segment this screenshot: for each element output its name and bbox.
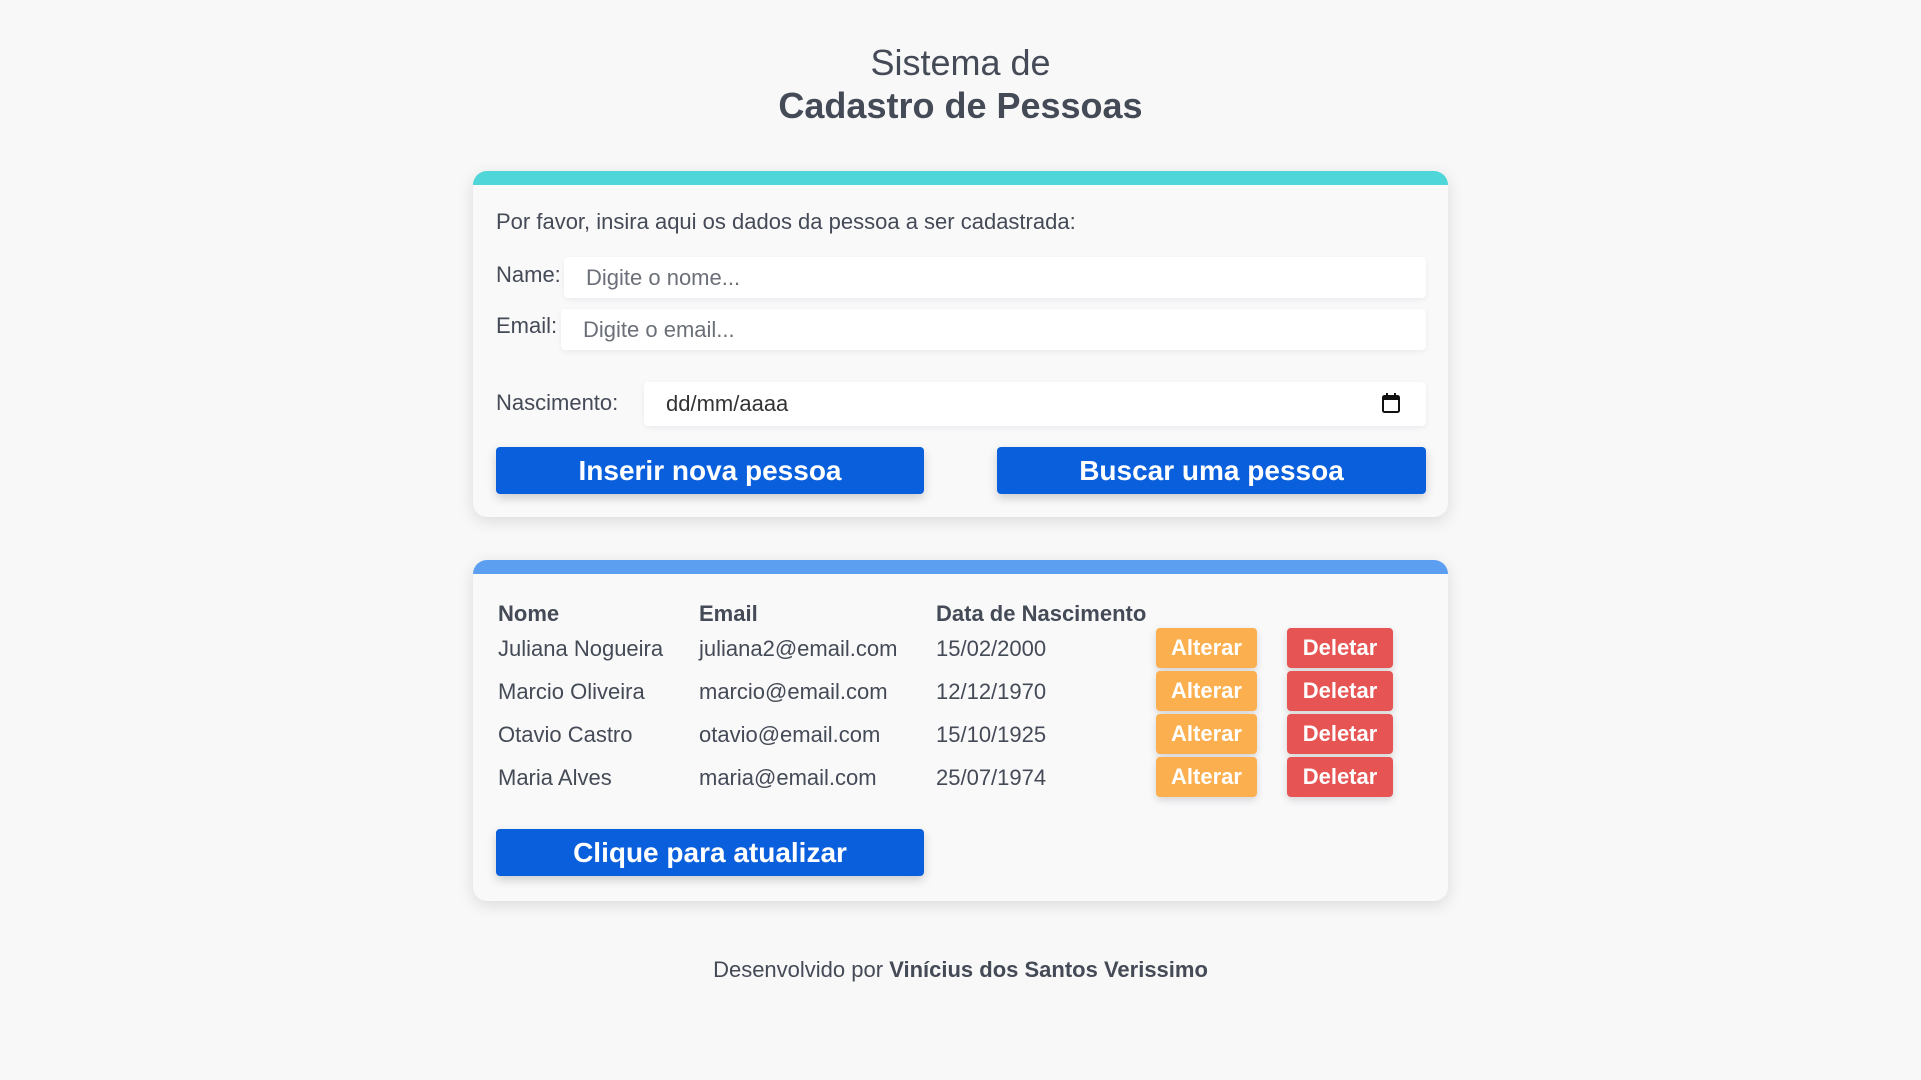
column-header-birth-date: Data de Nascimento (936, 601, 1147, 626)
name-label: Name: (496, 262, 561, 287)
birth-date-placeholder: dd/mm/aaaa (666, 391, 789, 416)
form-intro-text: Por favor, insira aqui os dados da pesso… (496, 209, 1076, 234)
row-email: otavio@email.com (699, 722, 881, 747)
calendar-icon[interactable] (1382, 393, 1400, 413)
delete-button[interactable]: Deletar (1287, 628, 1393, 668)
page-title-line2: Cadastro de Pessoas (778, 85, 1143, 127)
birth-date-label: Nascimento: (496, 390, 619, 415)
column-header-name: Nome (498, 601, 560, 626)
row-name: Otavio Castro (498, 722, 633, 747)
alter-button[interactable]: Alterar (1156, 628, 1257, 668)
row-birth-date: 15/02/2000 (936, 636, 1047, 661)
refresh-list-button[interactable]: Clique para atualizar (496, 829, 924, 876)
alter-button[interactable]: Alterar (1156, 757, 1257, 797)
footer-author: Vinícius dos Santos Verissimo (889, 957, 1208, 982)
delete-button[interactable]: Deletar (1287, 714, 1393, 754)
email-input[interactable] (561, 309, 1426, 350)
row-birth-date: 12/12/1970 (936, 679, 1047, 704)
page-title: Sistema de Cadastro de Pessoas (0, 42, 1921, 127)
alter-button[interactable]: Alterar (1156, 714, 1257, 754)
row-birth-date: 15/10/1925 (936, 722, 1047, 747)
delete-button[interactable]: Deletar (1287, 671, 1393, 711)
row-name: Marcio Oliveira (498, 679, 645, 704)
delete-button[interactable]: Deletar (1287, 757, 1393, 797)
row-name: Juliana Nogueira (498, 636, 664, 661)
form-card-accent-bar (473, 171, 1448, 185)
people-list-card: Nome Email Data de Nascimento Juliana No… (473, 560, 1448, 901)
row-name: Maria Alves (498, 765, 612, 790)
list-card-accent-bar (473, 560, 1448, 574)
alter-button[interactable]: Alterar (1156, 671, 1257, 711)
row-email: marcio@email.com (699, 679, 888, 704)
footer: Desenvolvido por Vinícius dos Santos Ver… (0, 957, 1921, 983)
page: Sistema de Cadastro de Pessoas Por favor… (0, 0, 1921, 1080)
footer-prefix: Desenvolvido por (713, 957, 884, 982)
search-person-button[interactable]: Buscar uma pessoa (997, 447, 1426, 494)
row-email: maria@email.com (699, 765, 877, 790)
birth-date-input[interactable]: dd/mm/aaaa (644, 382, 1426, 426)
name-input[interactable] (564, 257, 1426, 298)
row-email: juliana2@email.com (699, 636, 898, 661)
registration-form-card: Por favor, insira aqui os dados da pesso… (473, 171, 1448, 517)
row-birth-date: 25/07/1974 (936, 765, 1047, 790)
insert-person-button[interactable]: Inserir nova pessoa (496, 447, 924, 494)
column-header-email: Email (699, 601, 758, 626)
page-title-line1: Sistema de (870, 42, 1051, 83)
email-label: Email: (496, 313, 558, 338)
